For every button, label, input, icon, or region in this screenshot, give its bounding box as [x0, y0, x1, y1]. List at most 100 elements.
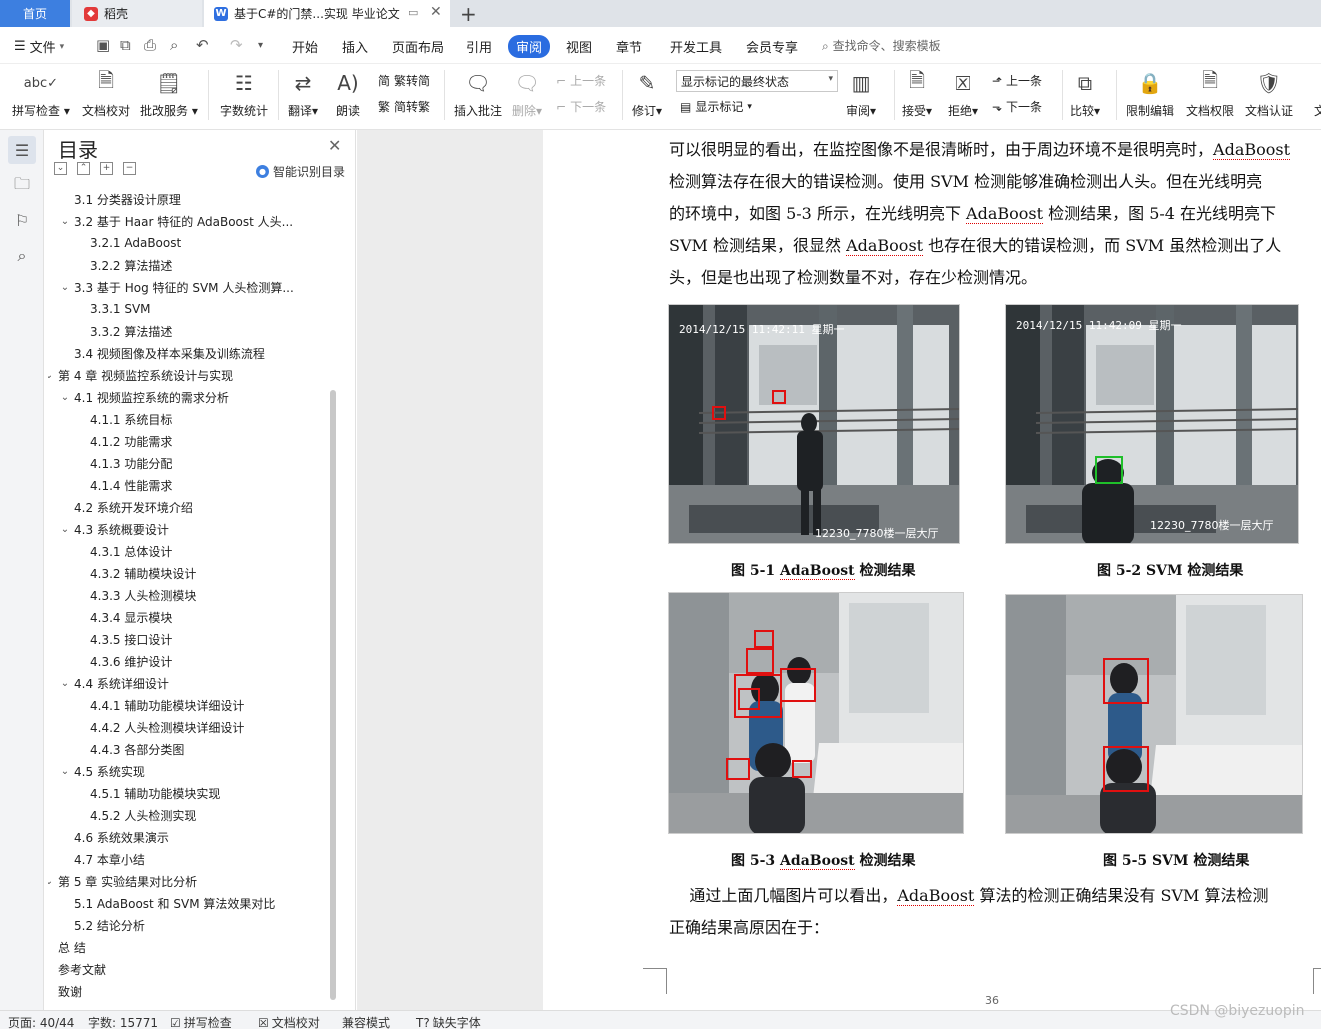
- restrict-edit-button[interactable]: 🔒 限制编辑: [1126, 68, 1174, 119]
- chevron-down-icon[interactable]: ⌄: [58, 524, 72, 535]
- toc-item[interactable]: 4.4.3 各部分类图: [90, 738, 184, 760]
- toc-item[interactable]: 4.3.1 总体设计: [90, 540, 172, 562]
- close-icon[interactable]: ✕: [328, 136, 341, 155]
- chevron-down-icon[interactable]: ⌄: [58, 392, 72, 403]
- toc-item[interactable]: 4.1.4 性能需求: [90, 474, 172, 496]
- toc-item[interactable]: ⌄ 3.2 基于 Haar 特征的 AdaBoost 人头...: [58, 210, 293, 232]
- word-count-indicator[interactable]: 字数: 15771: [88, 1014, 158, 1029]
- next-change-button[interactable]: ⬎ 下一条: [992, 98, 1042, 115]
- toc-item[interactable]: 4.3.3 人头检测模块: [90, 584, 196, 606]
- more-ribbon-button[interactable]: 文: [1306, 68, 1321, 119]
- smart-toc-button[interactable]: ● 智能识别目录: [256, 163, 345, 180]
- doc-permission-button[interactable]: 🗎 文档权限: [1186, 68, 1234, 119]
- ribbon-tab-review[interactable]: 审阅: [508, 35, 551, 58]
- markup-state-select[interactable]: 显示标记的最终状态 ▾: [676, 70, 838, 92]
- delete-comment-button[interactable]: 🗨 删除▾: [512, 68, 542, 119]
- toc-item[interactable]: 4.2 系统开发环境介绍: [74, 496, 193, 518]
- toc-item[interactable]: 4.3.4 显示模块: [90, 606, 172, 628]
- new-tab-button[interactable]: +: [460, 2, 477, 26]
- toc-panel-icon[interactable]: ☰: [8, 136, 36, 164]
- save-icon[interactable]: ▣: [96, 36, 110, 54]
- window-pin-icon[interactable]: ▭: [408, 6, 418, 19]
- toc-item[interactable]: 4.1.3 功能分配: [90, 452, 172, 474]
- chevron-down-icon[interactable]: ⌄: [58, 282, 72, 293]
- collapse-all-icon[interactable]: ⌄: [54, 162, 67, 175]
- prev-comment-button[interactable]: ⌐ 上一条: [556, 72, 606, 89]
- toc-item[interactable]: 4.3.6 维护设计: [90, 650, 172, 672]
- remove-heading-icon[interactable]: −: [123, 162, 136, 175]
- toc-item[interactable]: ⌄ 4.4 系统详细设计: [58, 672, 169, 694]
- status-spell-check[interactable]: ☑ 拼写检查: [170, 1014, 232, 1029]
- preview-icon[interactable]: ⌕: [170, 36, 178, 54]
- ribbon-tab-chapter[interactable]: 章节: [616, 37, 642, 56]
- toc-item[interactable]: 3.2.1 AdaBoost: [90, 232, 181, 254]
- redo-icon[interactable]: ↷: [230, 36, 243, 54]
- page-indicator[interactable]: 页面: 40/44: [8, 1014, 74, 1029]
- toc-item[interactable]: 4.3.2 辅助模块设计: [90, 562, 196, 584]
- ribbon-tab-home[interactable]: 开始: [292, 37, 318, 56]
- undo-icon[interactable]: ↶: [196, 36, 209, 54]
- document-page[interactable]: 可以很明显的看出，在监控图像不是很清晰时，由于周边环境不是很明亮时，AdaBoo…: [543, 130, 1321, 1010]
- bookmark-icon[interactable]: ⚐: [8, 206, 36, 234]
- word-count-button[interactable]: ☷ 字数统计: [220, 68, 268, 119]
- print-icon[interactable]: ⎙: [144, 36, 156, 54]
- toc-item[interactable]: ⌄ 4.5 系统实现: [58, 760, 145, 782]
- next-comment-button[interactable]: ⌐ 下一条: [556, 98, 606, 115]
- insert-comment-button[interactable]: 🗨 插入批注: [454, 68, 502, 119]
- toc-item[interactable]: 4.6 系统效果演示: [74, 826, 169, 848]
- search-icon[interactable]: ⌕: [8, 242, 36, 270]
- toc-item[interactable]: 5.2 结论分析: [74, 914, 145, 936]
- add-heading-icon[interactable]: +: [100, 162, 113, 175]
- toc-item[interactable]: ⌄ 第 5 章 实验结果对比分析: [48, 870, 197, 892]
- toc-item[interactable]: 4.4.2 人头检测模块详细设计: [90, 716, 244, 738]
- trad-to-simp-button[interactable]: 简繁转简: [378, 72, 430, 89]
- chevron-down-icon[interactable]: ⌄: [58, 678, 72, 689]
- toc-item[interactable]: ⌄ 第 4 章 视频监控系统设计与实现: [48, 364, 233, 386]
- toc-item[interactable]: 3.3.1 SVM: [90, 298, 151, 320]
- ribbon-tab-view[interactable]: 视图: [566, 37, 592, 56]
- toc-item[interactable]: 3.3.2 算法描述: [90, 320, 172, 342]
- tab-home[interactable]: 首页: [0, 0, 70, 27]
- toc-item[interactable]: 4.5.2 人头检测实现: [90, 804, 196, 826]
- show-markup-button[interactable]: ▤ 显示标记 ▾: [680, 98, 752, 115]
- command-search[interactable]: ⌕ 查找命令、搜索模板: [822, 37, 941, 54]
- chapter-nav-icon[interactable]: 🗀: [8, 172, 36, 200]
- toc-item[interactable]: 4.3.5 接口设计: [90, 628, 172, 650]
- annotate-service-button[interactable]: 🗒 批改服务 ▾: [140, 68, 198, 119]
- spell-check-button[interactable]: abc✓ 拼写检查 ▾: [12, 68, 70, 119]
- quick-access-more-icon[interactable]: ▾: [258, 40, 263, 51]
- simp-to-trad-button[interactable]: 繁简转繁: [378, 98, 430, 115]
- prev-change-button[interactable]: ⬏ 上一条: [992, 72, 1042, 89]
- chevron-down-icon[interactable]: ⌄: [58, 766, 72, 777]
- missing-font-button[interactable]: T? 缺失字体: [416, 1014, 481, 1029]
- ribbon-tab-insert[interactable]: 插入: [342, 37, 368, 56]
- ribbon-tab-developer[interactable]: 开发工具: [670, 37, 722, 56]
- close-tab-icon[interactable]: ✕: [430, 4, 442, 20]
- toc-item[interactable]: 5.1 AdaBoost 和 SVM 算法效果对比: [74, 892, 275, 914]
- chevron-down-icon[interactable]: ⌄: [48, 876, 56, 887]
- toc-item[interactable]: 4.5.1 辅助功能模块实现: [90, 782, 220, 804]
- read-aloud-button[interactable]: A) 朗读: [334, 68, 362, 119]
- toc-scrollbar[interactable]: [330, 390, 336, 1000]
- ribbon-tab-references[interactable]: 引用: [466, 37, 492, 56]
- toc-item[interactable]: 3.2.2 算法描述: [90, 254, 172, 276]
- toc-item[interactable]: ⌄ 3.3 基于 Hog 特征的 SVM 人头检测算...: [58, 276, 294, 298]
- toc-item[interactable]: ⌄ 4.3 系统概要设计: [58, 518, 169, 540]
- toc-item[interactable]: 参考文献: [58, 958, 106, 980]
- chevron-down-icon[interactable]: ⌄: [58, 216, 72, 227]
- status-doc-proof[interactable]: ☒ 文档校对: [258, 1014, 320, 1029]
- ribbon-tab-layout[interactable]: 页面布局: [392, 37, 444, 56]
- toc-item[interactable]: ⌄ 4.1 视频监控系统的需求分析: [58, 386, 229, 408]
- ribbon-tab-member[interactable]: 会员专享: [746, 37, 798, 56]
- tab-daoke[interactable]: ◆ 稻壳: [72, 0, 202, 27]
- review-pane-button[interactable]: ▥ 审阅▾: [846, 68, 876, 119]
- accept-button[interactable]: 🗎 接受▾: [902, 68, 932, 119]
- toc-item[interactable]: 3.1 分类器设计原理: [74, 188, 181, 210]
- compare-button[interactable]: ⧉ 比较▾: [1070, 68, 1100, 119]
- chevron-down-icon[interactable]: ⌄: [48, 370, 56, 381]
- doc-proof-button[interactable]: 🗎 文档校对: [82, 68, 130, 119]
- track-changes-button[interactable]: ✎ 修订▾: [632, 68, 662, 119]
- toc-item[interactable]: 4.1.2 功能需求: [90, 430, 172, 452]
- toc-item[interactable]: 4.1.1 系统目标: [90, 408, 172, 430]
- reject-button[interactable]: 🗵 拒绝▾: [948, 68, 978, 119]
